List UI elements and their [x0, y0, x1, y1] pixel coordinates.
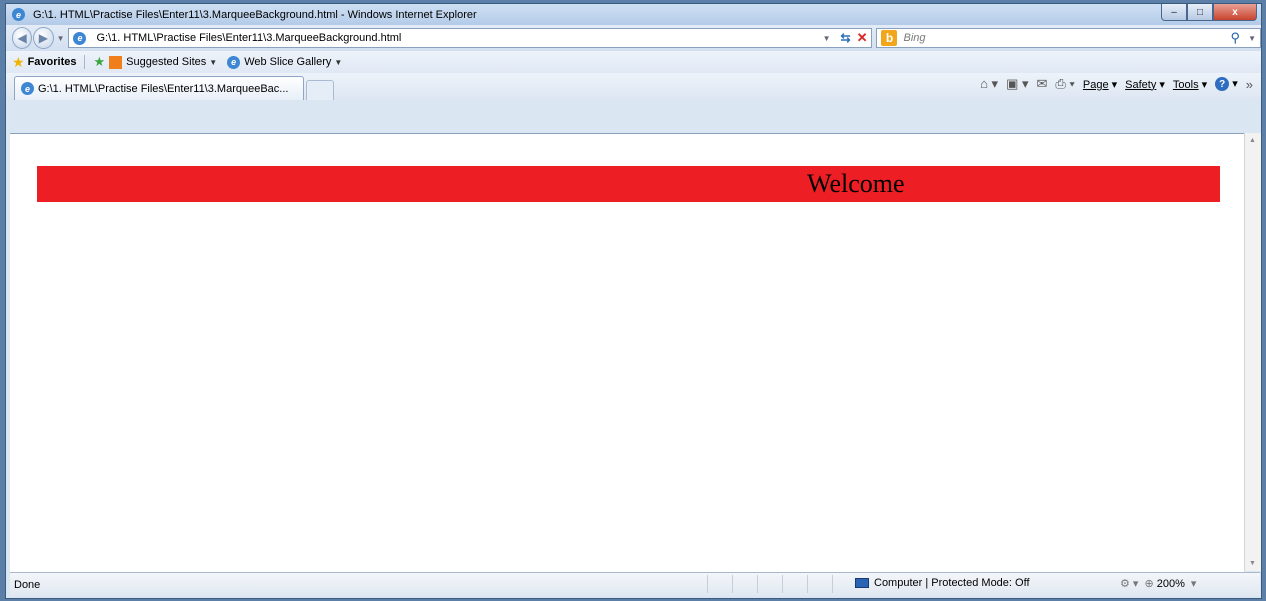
- tab-current[interactable]: e G:\1. HTML\Practise Files\Enter11\3.Ma…: [14, 76, 304, 100]
- minimize-button[interactable]: ‒: [1161, 4, 1187, 21]
- zoom-level: 200%: [1156, 578, 1185, 590]
- favorites-bar: ★ Favorites ★ Suggested Sites ▼ e Web Sl…: [6, 51, 1261, 73]
- favorites-label: Favorites: [27, 56, 77, 68]
- vertical-scrollbar[interactable]: ▲ ▼: [1244, 133, 1261, 571]
- maximize-button[interactable]: □: [1187, 4, 1213, 21]
- web-slice-gallery-label: Web Slice Gallery: [244, 56, 332, 68]
- window-title: G:\1. HTML\Practise Files\Enter11\3.Marq…: [33, 8, 477, 21]
- chevron-down-icon: ▼: [209, 57, 218, 67]
- forward-arrow-icon: ▶: [38, 31, 49, 45]
- suggested-sites-label: Suggested Sites: [126, 56, 207, 68]
- new-tab-button[interactable]: [306, 80, 334, 100]
- command-bar: ⌂ ▾ ▣ ▾ ✉ ⎙ ▾ Page ▾ Safety ▾ Tools ▾ ? …: [980, 76, 1253, 92]
- recent-pages-dropdown-icon[interactable]: ▼: [57, 34, 65, 43]
- address-dropdown-icon[interactable]: ▼: [823, 34, 831, 43]
- address-bar[interactable]: e G:\1. HTML\Practise Files\Enter11\3.Ma…: [68, 28, 873, 48]
- home-icon[interactable]: ⌂ ▾: [980, 76, 998, 92]
- title-bar: e G:\1. HTML\Practise Files\Enter11\3.Ma…: [6, 4, 1261, 25]
- search-input[interactable]: Bing: [903, 32, 925, 44]
- safety-menu[interactable]: Safety ▾: [1125, 78, 1165, 91]
- favorites-button[interactable]: ★ Favorites: [12, 54, 76, 71]
- suggested-sites-link[interactable]: Suggested Sites ▼: [109, 55, 218, 69]
- refresh-icon[interactable]: ⇆: [841, 31, 851, 45]
- scroll-down-icon[interactable]: ▼: [1249, 560, 1256, 567]
- page-menu[interactable]: Page ▾: [1083, 78, 1117, 91]
- tools-menu[interactable]: Tools ▾: [1173, 78, 1207, 91]
- zoom-dropdown-icon[interactable]: ▾: [1191, 577, 1197, 590]
- search-box[interactable]: b Bing ⚲ ▼: [876, 28, 1261, 48]
- close-button[interactable]: x: [1213, 4, 1257, 21]
- marquee-banner: Welcome: [37, 166, 1220, 202]
- browser-window: e G:\1. HTML\Practise Files\Enter11\3.Ma…: [5, 3, 1262, 599]
- zone-label: Computer | Protected Mode: Off: [874, 577, 1030, 589]
- tab-bar: e G:\1. HTML\Practise Files\Enter11\3.Ma…: [6, 73, 1261, 100]
- computer-icon: [855, 578, 869, 588]
- address-input[interactable]: G:\1. HTML\Practise Files\Enter11\3.Marq…: [96, 32, 401, 44]
- status-bar: Done Computer | Protected Mode: Off ⚙ ▾ …: [10, 572, 1260, 596]
- status-cells: [707, 575, 857, 593]
- suggested-sites-icon: [109, 55, 123, 69]
- page-content: Welcome: [10, 133, 1244, 572]
- window-controls: ‒ □ x: [1161, 4, 1257, 21]
- search-icon[interactable]: ⚲: [1231, 30, 1241, 46]
- feeds-icon[interactable]: ▣ ▾: [1006, 76, 1028, 92]
- chevron-down-icon: ▼: [334, 57, 343, 67]
- forward-button[interactable]: ▶: [33, 27, 54, 49]
- stop-icon[interactable]: ✕: [857, 30, 868, 46]
- print-icon[interactable]: ⎙ ▾: [1055, 76, 1074, 92]
- scroll-up-icon[interactable]: ▲: [1249, 137, 1256, 144]
- web-slice-icon: e: [227, 55, 241, 69]
- tab-label: G:\1. HTML\Practise Files\Enter11\3.Marq…: [38, 82, 289, 95]
- read-mail-icon[interactable]: ✉: [1036, 76, 1047, 92]
- back-arrow-icon: ◀: [17, 31, 27, 45]
- favorites-star-icon: ★: [12, 53, 25, 70]
- add-to-favorites-bar-icon[interactable]: ★: [93, 54, 105, 70]
- web-slice-gallery-link[interactable]: e Web Slice Gallery ▼: [227, 55, 343, 69]
- navigation-bar: ◀ ▶ ▼ e G:\1. HTML\Practise Files\Enter1…: [6, 25, 1261, 51]
- toolbar-overflow-icon[interactable]: »: [1246, 77, 1253, 92]
- bing-logo-icon: b: [881, 30, 898, 46]
- help-menu[interactable]: ? ▾: [1215, 77, 1238, 92]
- ie-logo-icon: e: [12, 8, 25, 21]
- divider: [84, 55, 86, 69]
- page-icon: e: [73, 31, 87, 45]
- back-button[interactable]: ◀: [12, 27, 33, 49]
- status-text: Done: [14, 578, 41, 591]
- page-tools-icon[interactable]: ⚙ ▾: [1120, 577, 1138, 590]
- search-options-dropdown-icon[interactable]: ▼: [1248, 34, 1256, 43]
- zoom-button[interactable]: ⊕ 200%: [1144, 577, 1184, 590]
- zoom-icon: ⊕: [1144, 578, 1154, 590]
- help-icon: ?: [1215, 77, 1230, 92]
- tab-page-icon: e: [21, 82, 34, 95]
- security-zone[interactable]: Computer | Protected Mode: Off: [855, 577, 1030, 589]
- marquee-text: Welcome: [807, 169, 905, 198]
